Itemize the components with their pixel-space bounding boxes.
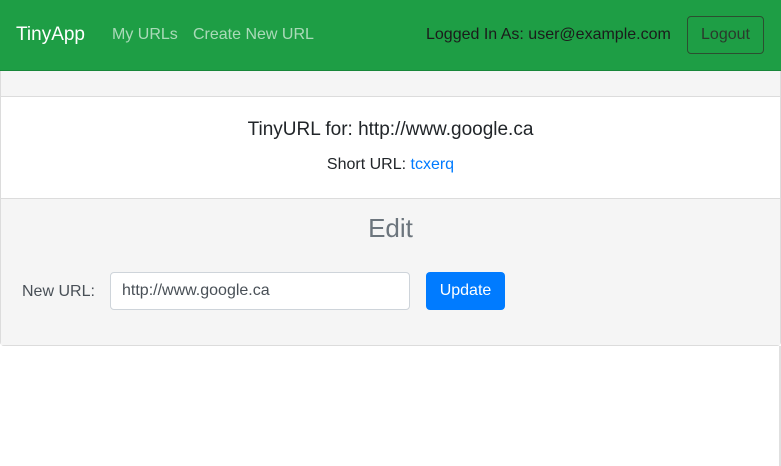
url-card: TinyURL for: http://www.google.ca Short … — [0, 71, 781, 346]
short-url-row: Short URL: tcxerq — [1, 156, 780, 174]
new-url-input[interactable] — [110, 272, 410, 310]
card-title: TinyURL for: http://www.google.ca — [247, 119, 534, 140]
edit-heading: Edit — [368, 213, 413, 243]
brand-link[interactable]: TinyApp — [16, 24, 85, 46]
card-header — [1, 71, 780, 97]
logged-in-status: Logged In As: user@example.com — [426, 26, 671, 43]
edit-section: Edit New URL: Update — [1, 198, 780, 345]
new-url-label: New URL: — [22, 283, 95, 300]
short-url-label: Short URL: — [326, 156, 411, 173]
update-button[interactable]: Update — [426, 272, 505, 310]
nav-link-my-urls[interactable]: My URLs — [112, 26, 178, 44]
logout-button[interactable]: Logout — [687, 16, 764, 54]
short-url-link[interactable]: tcxerq — [411, 156, 455, 173]
navbar: TinyApp My URLs Create New URL Logged In… — [0, 0, 781, 71]
card-body: TinyURL for: http://www.google.ca Short … — [1, 97, 780, 198]
nav-link-create-new-url[interactable]: Create New URL — [193, 26, 314, 44]
